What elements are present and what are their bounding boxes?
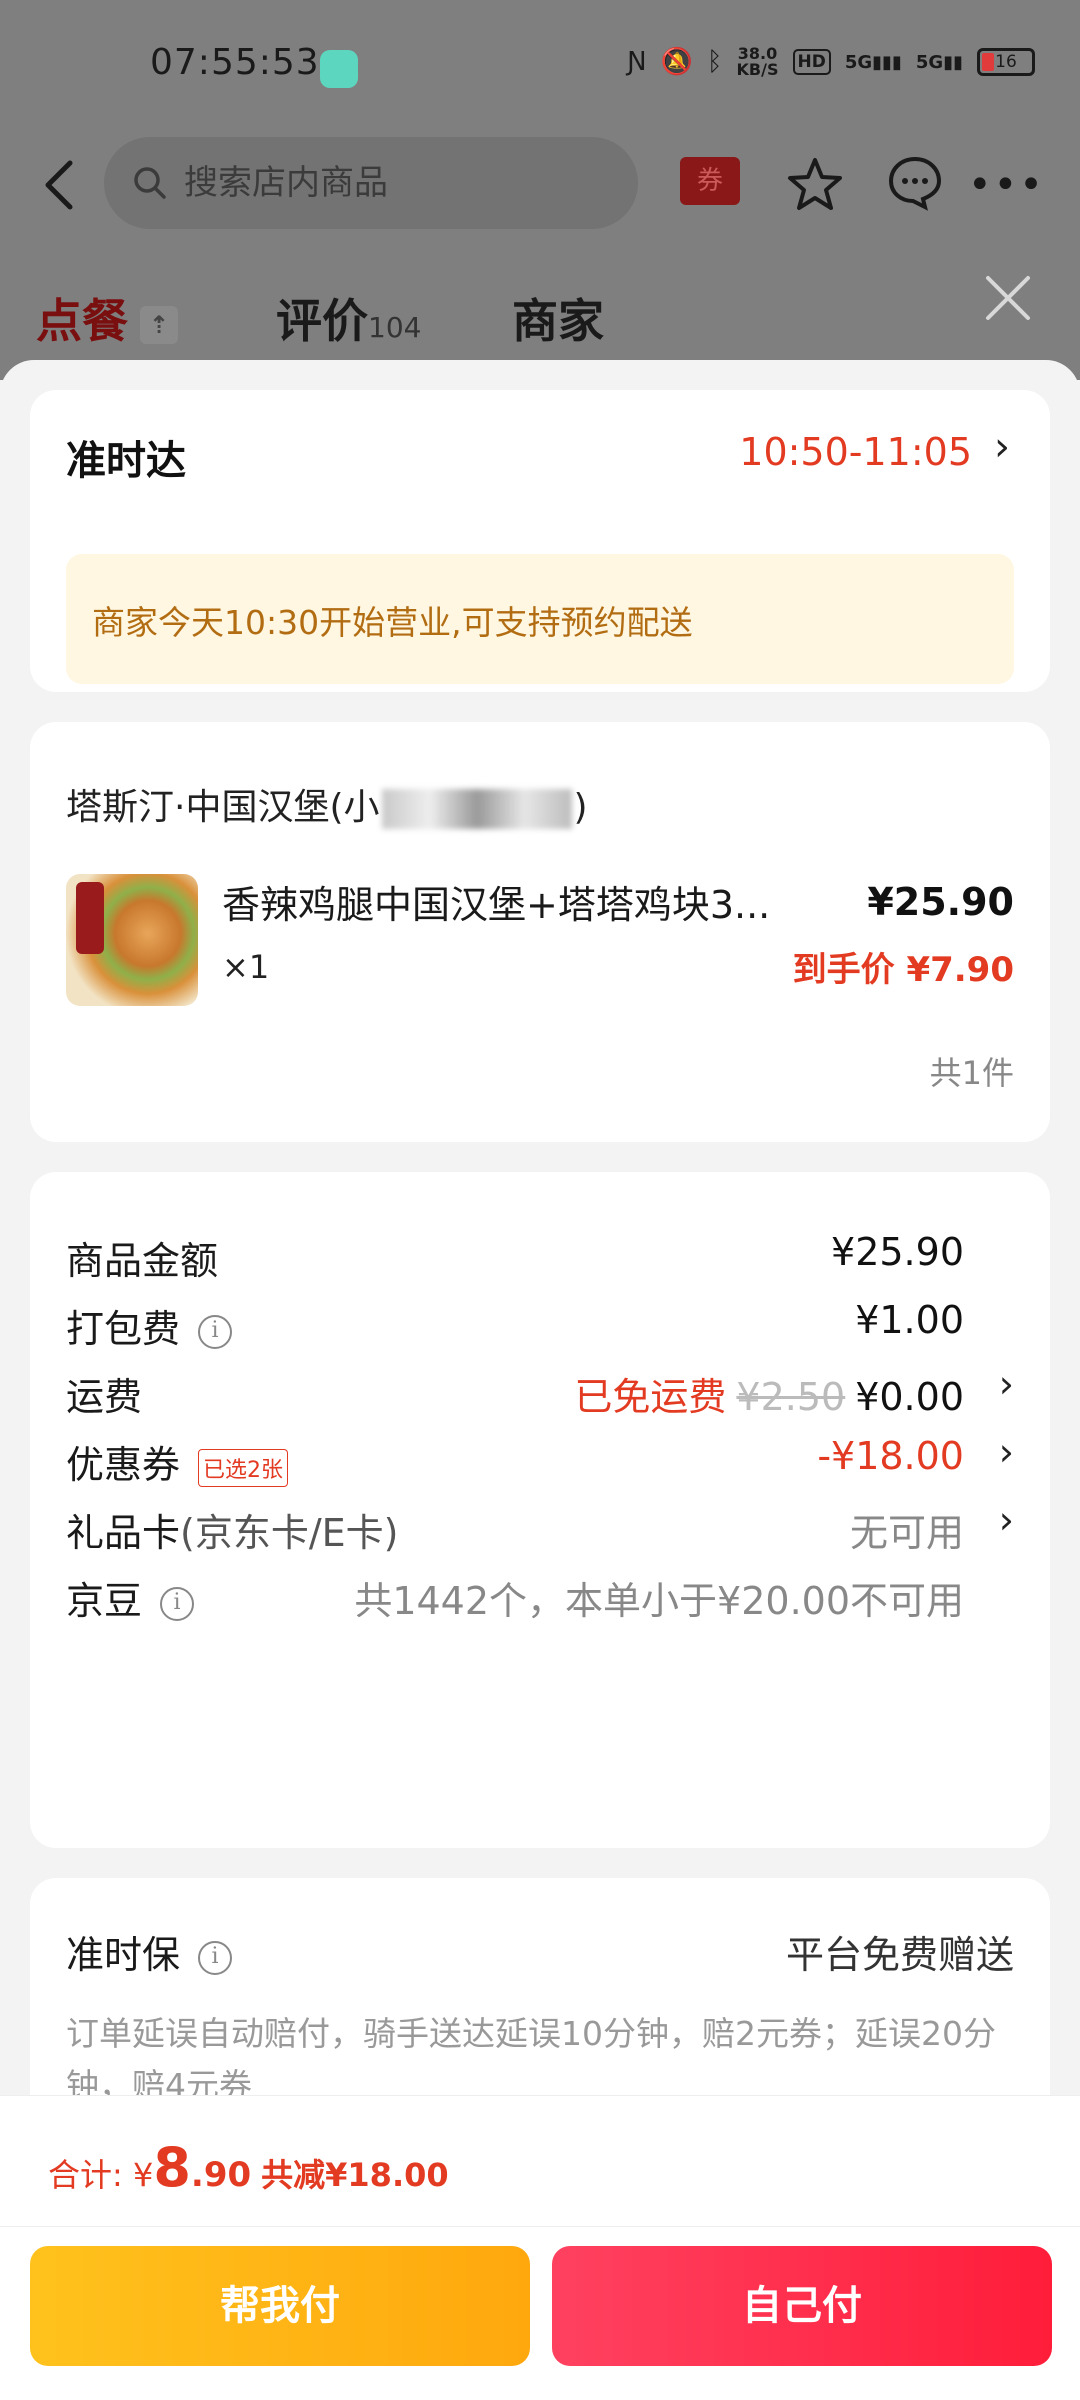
shipping-fee-row[interactable]: 运费 已免运费 ¥2.50 ¥0.00 ›: [66, 1358, 1014, 1419]
product-final-price: 到手价 ¥7.90: [792, 950, 1014, 990]
divider: [0, 2226, 1080, 2227]
gift-card-row[interactable]: 礼品卡(京东卡/E卡) 无可用 ›: [66, 1494, 1014, 1555]
info-icon[interactable]: i: [198, 1940, 233, 1975]
chevron-right-icon: ›: [998, 1430, 1014, 1474]
product-image: [66, 874, 198, 1006]
back-icon[interactable]: [36, 157, 86, 213]
payment-bar: 合计: ¥8.90 共减¥18.00 帮我付 自己付: [0, 2095, 1080, 2400]
fee-card: 商品金额 ¥25.90 打包费 i ¥1.00 运费 已免运费 ¥2.50 ¥0.00…: [30, 1172, 1050, 1848]
signal-icon-2: 5G▮▮: [915, 51, 963, 73]
total-saved: 共减¥18.00: [261, 2156, 449, 2194]
store-name[interactable]: 塔斯汀·中国汉堡(小): [66, 778, 588, 830]
search-input[interactable]: [184, 157, 604, 209]
signal-icon-1: 5G▮▮▮: [844, 51, 902, 73]
app-notification-icon: [320, 50, 358, 88]
coupon-row[interactable]: 优惠券 已选2张 -¥18.00 ›: [66, 1426, 1014, 1487]
tabs: 点餐 ⇡ 评价104 商家: [0, 285, 1080, 373]
info-icon[interactable]: i: [198, 1314, 233, 1349]
net-speed: 38.0 KB/S: [736, 44, 779, 79]
status-time: 07:55:53: [150, 42, 320, 83]
tab-review[interactable]: 评价104: [276, 285, 421, 351]
hd-icon: HD: [792, 49, 831, 75]
status-icons: Ɲ 🔕 ᛒ 38.0 KB/S HD 5G▮▮▮ 5G▮▮ 16: [627, 46, 1035, 78]
order-sheet: 准时达 10:50-11:05 › 商家今天10:30开始营业,可支持预约配送 …: [0, 360, 1080, 2400]
goods-amount-row: 商品金额 ¥25.90: [66, 1230, 964, 1283]
delivery-title: 准时达: [66, 438, 186, 484]
search-box[interactable]: [104, 137, 638, 229]
product-name: 香辣鸡腿中国汉堡+塔塔鸡块3...: [222, 883, 771, 927]
guarantee-free: 平台免费赠送: [785, 1933, 1014, 1977]
review-count: 104: [368, 311, 422, 344]
product-price: ¥25.90: [867, 880, 1014, 924]
tab-store[interactable]: 商家: [512, 285, 604, 351]
mute-icon: 🔕: [660, 47, 693, 77]
coupon-selected-tag: 已选2张: [198, 1448, 289, 1487]
item-count: 共1件: [929, 1054, 1014, 1092]
customer-service-icon[interactable]: [885, 153, 945, 213]
total-amount: 合计: ¥8.90 共减¥18.00: [48, 2136, 449, 2199]
help-pay-button[interactable]: 帮我付: [30, 2246, 530, 2366]
chevron-right-icon: ›: [998, 1362, 1014, 1406]
delivery-card[interactable]: 准时达 10:50-11:05 › 商家今天10:30开始营业,可支持预约配送: [30, 390, 1050, 692]
order-items-card: 塔斯汀·中国汉堡(小) 香辣鸡腿中国汉堡+塔塔鸡块3... ×1 ¥25.90 …: [30, 722, 1050, 1142]
self-pay-button[interactable]: 自己付: [552, 2246, 1052, 2366]
jd-beans-row: 京豆 i 共1442个，本单小于¥20.00不可用: [66, 1562, 1014, 1623]
favorite-star-icon[interactable]: [785, 155, 845, 215]
packing-fee: ¥1.00: [855, 1298, 964, 1342]
blurred-text: [381, 789, 572, 829]
chevron-right-icon: ›: [998, 1498, 1014, 1542]
info-icon[interactable]: i: [160, 1586, 195, 1621]
bluetooth-icon: ᛒ: [706, 47, 723, 77]
arrow-up-icon: ⇡: [140, 305, 178, 344]
chevron-right-icon: ›: [994, 424, 1010, 470]
coupon-discount: -¥18.00: [817, 1434, 964, 1478]
status-bar: 07:55:53 Ɲ 🔕 ᛒ 38.0 KB/S HD 5G▮▮▮ 5G▮▮ 16: [0, 0, 1080, 135]
delivery-time: 10:50-11:05: [739, 430, 972, 474]
guarantee-title: 准时保 i: [66, 1924, 233, 1979]
coupon-icon[interactable]: 券: [680, 157, 740, 205]
original-shipping: ¥2.50: [736, 1375, 846, 1419]
packing-fee-row: 打包费 i ¥1.00: [66, 1298, 964, 1351]
nfc-icon: Ɲ: [627, 47, 647, 77]
close-icon[interactable]: [980, 270, 1036, 326]
product-quantity: ×1: [222, 948, 270, 986]
free-shipping-label: 已免运费: [574, 1375, 727, 1419]
gift-card-value: 无可用: [849, 1511, 964, 1555]
dimmed-background: 07:55:53 Ɲ 🔕 ᛒ 38.0 KB/S HD 5G▮▮▮ 5G▮▮ 16…: [0, 0, 1080, 380]
battery-icon: 16: [977, 48, 1035, 76]
top-nav: 券 •••: [0, 135, 1080, 235]
tab-order[interactable]: 点餐 ⇡: [36, 285, 178, 373]
delivery-notice: 商家今天10:30开始营业,可支持预约配送: [66, 554, 1014, 684]
search-icon: [134, 167, 166, 199]
shipping-fee: ¥0.00: [855, 1375, 964, 1419]
more-icon[interactable]: •••: [968, 165, 1045, 205]
goods-amount: ¥25.90: [831, 1230, 964, 1274]
jd-beans-value: 共1442个，本单小于¥20.00不可用: [354, 1579, 964, 1623]
